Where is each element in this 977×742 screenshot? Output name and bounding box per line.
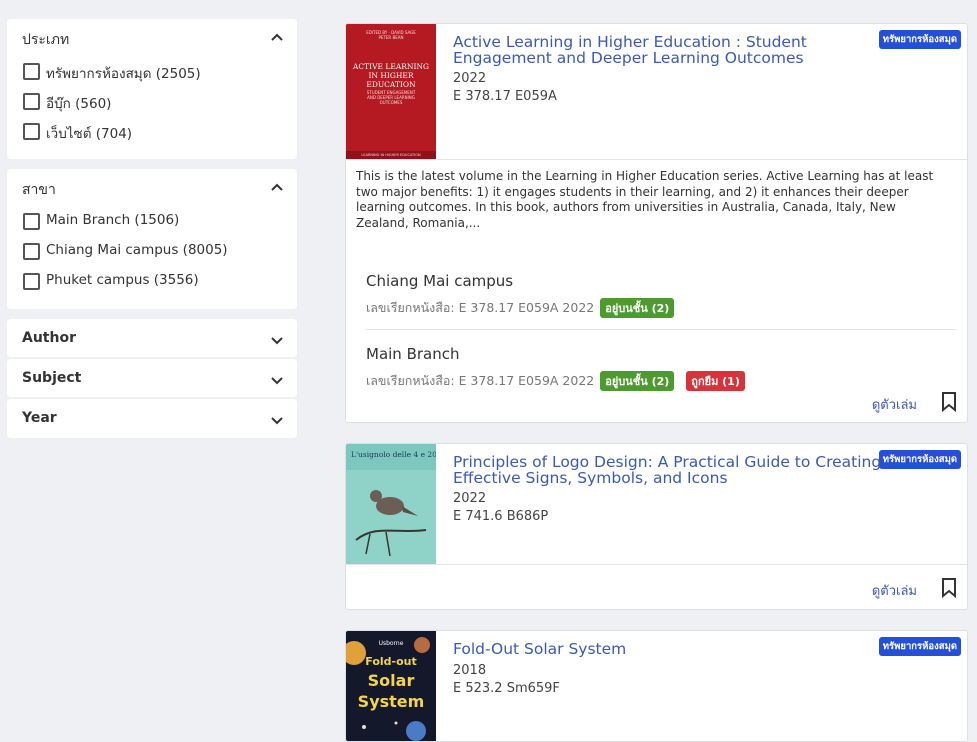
- book-title-link[interactable]: Principles of Logo Design: A Practical G…: [453, 454, 898, 486]
- book-year: 2022: [453, 491, 487, 506]
- book-cover[interactable]: Usborne Fold-out Solar System: [346, 631, 436, 741]
- checkbox[interactable]: [23, 123, 40, 140]
- cover-authors: PETER BEAN: [379, 35, 404, 40]
- cover-brand: Usborne: [379, 640, 404, 647]
- book-cover-art: Usborne Fold-out Solar System: [346, 631, 436, 741]
- cover-title: Solar: [368, 671, 415, 690]
- bookmark-icon[interactable]: [941, 578, 957, 598]
- filter-option[interactable]: เว็บไซต์ (704): [7, 117, 297, 147]
- cover-title: EDUCATION: [366, 80, 416, 89]
- chevron-down-icon[interactable]: [270, 374, 284, 388]
- chevron-up-icon[interactable]: [270, 180, 284, 194]
- holding-call-label: เลขเรียกหนังสือ: E 378.17 E059A 2022: [366, 300, 595, 315]
- holding-call-line: เลขเรียกหนังสือ: E 378.17 E059A 2022 อยู…: [366, 298, 675, 318]
- view-item-link[interactable]: ดูตัวเล่ม: [872, 580, 917, 601]
- filter-title: สาขา: [22, 182, 56, 198]
- checkbox[interactable]: [23, 273, 40, 290]
- filter-option-label: Chiang Mai campus (8005): [46, 242, 228, 258]
- cover-title: Fold-out: [365, 655, 416, 668]
- filter-panel-subject[interactable]: Subject: [7, 359, 297, 397]
- filter-title: ประเภท: [22, 32, 70, 48]
- filter-option[interactable]: อีบุ๊ก (560): [7, 87, 297, 117]
- book-cover-art: EDITED BY · DAVID SAGE PETER BEAN ACTIVE…: [346, 24, 436, 159]
- filter-panel-type: ประเภท ทรัพยากรห้องสมุด (2505) อีบุ๊ก (5…: [7, 19, 297, 159]
- status-badge-available: อยู่บนชั้น (2): [600, 371, 675, 391]
- checkbox[interactable]: [23, 213, 40, 230]
- book-cover[interactable]: EDITED BY · DAVID SAGE PETER BEAN ACTIVE…: [346, 24, 436, 159]
- holding-branch: Chiang Mai campus: [366, 272, 514, 290]
- filter-option[interactable]: Phuket campus (3556): [7, 267, 297, 297]
- checkbox[interactable]: [23, 63, 40, 80]
- checkbox[interactable]: [23, 93, 40, 110]
- filter-title: Year: [22, 410, 57, 426]
- book-title-link[interactable]: Active Learning in Higher Education : St…: [453, 34, 898, 66]
- chevron-down-icon[interactable]: [270, 414, 284, 428]
- result-card: EDITED BY · DAVID SAGE PETER BEAN ACTIVE…: [345, 23, 968, 423]
- filter-option-label: เว็บไซต์ (704): [46, 126, 133, 142]
- status-badge-available: อยู่บนชั้น (2): [600, 298, 675, 318]
- status-badge-borrowed: ถูกยืม (1): [686, 371, 745, 391]
- cover-title: IN HIGHER: [368, 71, 413, 80]
- cover-subtitle: OUTCOMES: [380, 100, 403, 105]
- divider: [346, 564, 967, 565]
- filter-header-type[interactable]: ประเภท: [7, 19, 297, 57]
- filter-title: Subject: [22, 370, 82, 386]
- filter-title: Author: [22, 330, 76, 346]
- book-call-number: E 741.6 B686P: [453, 509, 549, 524]
- divider: [366, 329, 957, 330]
- filter-option[interactable]: ทรัพยากรห้องสมุด (2505): [7, 57, 297, 87]
- book-call-number: E 378.17 E059A: [453, 89, 557, 104]
- cover-title: L'usignolo delle 4 e 20: [351, 450, 436, 459]
- result-card: Usborne Fold-out Solar System ทรัพยากรห้…: [345, 630, 968, 742]
- bookmark-icon[interactable]: [941, 392, 957, 412]
- result-card: L'usignolo delle 4 e 20 ทรัพยากรห้องสมุด…: [345, 443, 968, 610]
- cover-title: System: [358, 692, 425, 711]
- holding-call-line: เลขเรียกหนังสือ: E 378.17 E059A 2022 อยู…: [366, 371, 745, 391]
- book-cover[interactable]: L'usignolo delle 4 e 20: [346, 444, 436, 564]
- filter-header-branch[interactable]: สาขา: [7, 169, 297, 207]
- filter-option-label: ทรัพยากรห้องสมุด (2505): [46, 66, 201, 82]
- chevron-down-icon[interactable]: [270, 334, 284, 348]
- holding-call-label: เลขเรียกหนังสือ: E 378.17 E059A 2022: [366, 373, 595, 388]
- cover-title: ACTIVE LEARNING: [352, 62, 429, 71]
- checkbox[interactable]: [23, 243, 40, 260]
- view-item-link[interactable]: ดูตัวเล่ม: [872, 394, 917, 415]
- filter-option-label: Phuket campus (3556): [46, 272, 199, 288]
- filter-option[interactable]: Chiang Mai campus (8005): [7, 237, 297, 267]
- filter-panel-branch: สาขา Main Branch (1506) Chiang Mai campu…: [7, 169, 297, 309]
- filter-option-label: อีบุ๊ก (560): [46, 96, 112, 112]
- holding-branch: Main Branch: [366, 345, 460, 363]
- book-year: 2022: [453, 71, 487, 86]
- chevron-up-icon[interactable]: [270, 30, 284, 44]
- filter-panel-year[interactable]: Year: [7, 399, 297, 438]
- book-call-number: E 523.2 Sm659F: [453, 681, 560, 696]
- cover-series: LEARNING IN HIGHER EDUCATION: [361, 153, 421, 157]
- divider: [346, 159, 967, 160]
- book-title-link[interactable]: Fold-Out Solar System: [453, 641, 898, 657]
- book-description: This is the latest volume in the Learnin…: [356, 169, 934, 230]
- book-cover-art: L'usignolo delle 4 e 20: [346, 444, 436, 564]
- filter-panel-author[interactable]: Author: [7, 319, 297, 357]
- filter-option-label: Main Branch (1506): [46, 212, 180, 228]
- book-year: 2018: [453, 663, 487, 678]
- filter-option[interactable]: Main Branch (1506): [7, 207, 297, 237]
